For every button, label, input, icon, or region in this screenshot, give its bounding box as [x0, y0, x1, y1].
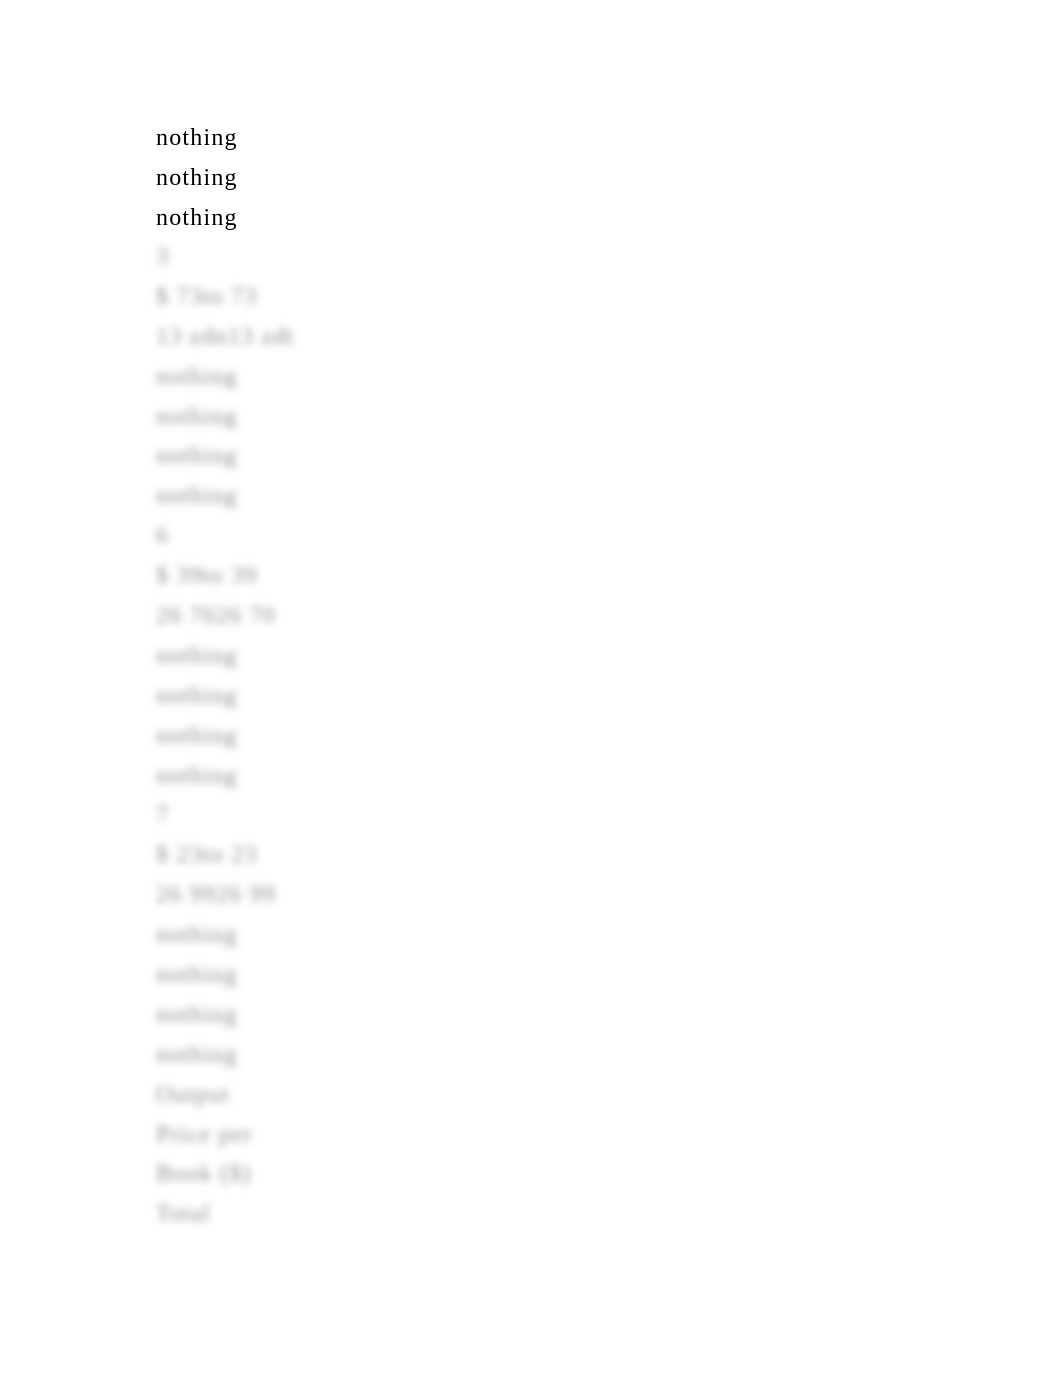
blurred-line: Output: [156, 1081, 230, 1108]
blurred-line: 6: [156, 523, 170, 550]
blurred-line: 26 7026 70: [156, 603, 276, 630]
blurred-line: nothing: [156, 1001, 238, 1028]
blurred-line: 26 9926 99: [156, 882, 276, 909]
visible-text-block: nothing nothing nothing: [156, 119, 238, 239]
document-page: nothing nothing nothing 3 $ 73to 73 13 z…: [0, 0, 1062, 1377]
blurred-line: Price per: [156, 1121, 253, 1148]
blurred-line: $ 23to 23: [156, 842, 258, 869]
blurred-line: nothing: [156, 682, 238, 709]
blurred-line: nothing: [156, 922, 238, 949]
blurred-line: nothing: [156, 443, 238, 470]
blurred-line: 13 zdn13 zdt: [156, 323, 295, 350]
blurred-line: nothing: [156, 1041, 238, 1068]
blurred-line: nothing: [156, 363, 238, 390]
blurred-line: nothing: [156, 483, 238, 510]
blurred-line: $ 73to 73: [156, 283, 258, 310]
text-line: nothing: [156, 125, 238, 151]
text-line: nothing: [156, 204, 238, 231]
blurred-line: nothing: [156, 642, 238, 669]
blurred-preview-block: 3 $ 73to 73 13 zdn13 zdt nothing nothing…: [156, 238, 294, 1235]
blurred-line: $ 39to 39: [156, 563, 258, 590]
blurred-line: nothing: [156, 722, 238, 749]
blurred-line: Total: [156, 1201, 211, 1228]
text-line: nothing: [156, 164, 238, 191]
blurred-line: 3: [156, 244, 170, 270]
blurred-line: 7: [156, 802, 170, 829]
blurred-line: nothing: [156, 762, 238, 789]
blurred-line: nothing: [156, 403, 238, 430]
blurred-line: nothing: [156, 962, 238, 989]
blurred-line: Book ($): [156, 1161, 252, 1188]
